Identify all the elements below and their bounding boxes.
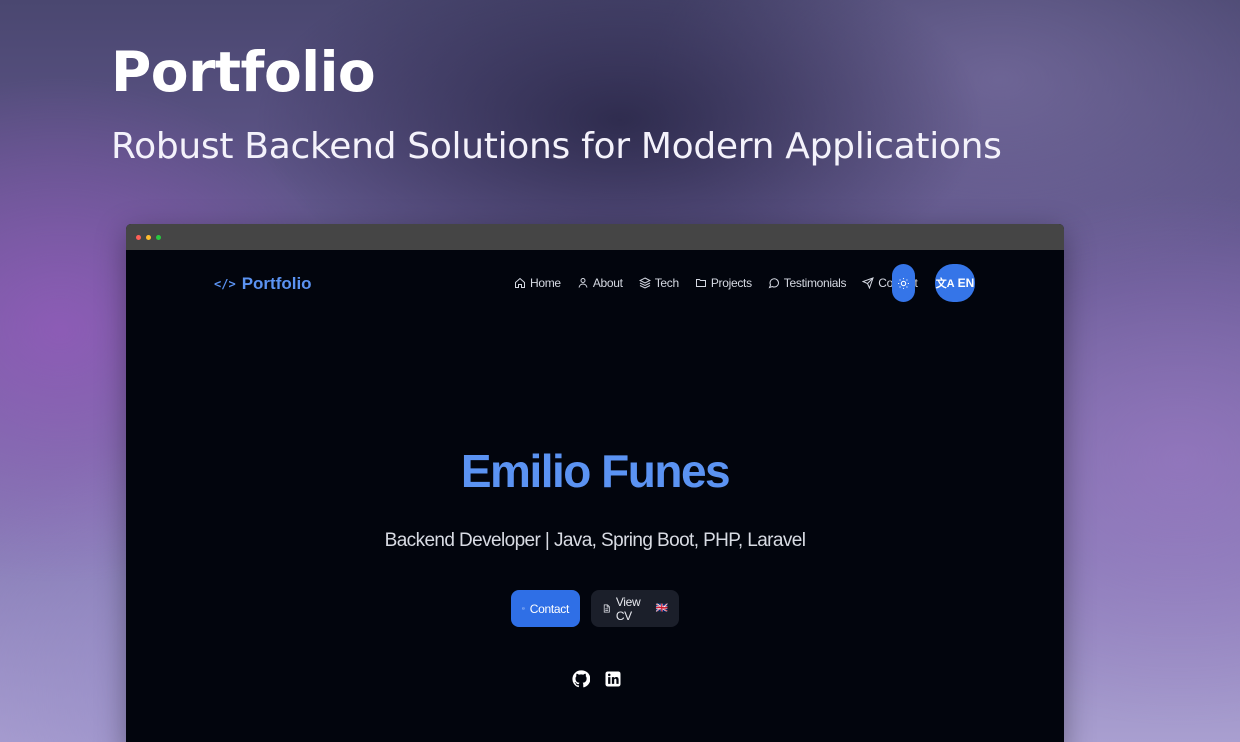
nav-item-about[interactable]: About — [577, 276, 623, 290]
theme-toggle-button[interactable] — [892, 264, 915, 302]
language-switch-button[interactable]: 文A EN — [935, 264, 975, 302]
close-window-dot[interactable] — [136, 234, 141, 240]
nav-item-label: About — [592, 276, 623, 290]
view-cv-button[interactable]: View CV 🇬🇧 — [591, 590, 679, 627]
browser-title-bar — [126, 224, 1064, 250]
home-icon — [514, 277, 526, 289]
social-links — [572, 670, 622, 688]
github-icon[interactable] — [572, 670, 590, 688]
translate-icon: 文A — [935, 278, 955, 290]
nav-item-label: Home — [530, 276, 561, 290]
nav-item-label: Testimonials — [783, 276, 847, 290]
contact-button-label: Contact — [529, 601, 570, 616]
chat-bubble-icon — [768, 277, 780, 289]
sun-icon — [898, 277, 909, 289]
code-icon: </> — [214, 277, 236, 291]
contact-button[interactable]: Contact — [511, 590, 580, 627]
user-icon — [577, 277, 589, 289]
linkedin-icon[interactable] — [604, 670, 622, 688]
banner-title: Portfolio — [111, 40, 376, 104]
brand-logo[interactable]: </> Portfolio — [214, 274, 312, 294]
mail-icon — [522, 607, 525, 610]
nav-item-label: Projects — [710, 276, 752, 290]
nav-item-label: Tech — [654, 276, 679, 290]
hero-actions: Contact View CV 🇬🇧 — [511, 590, 679, 627]
site-navbar: </> Portfolio Home About Tech Projects T… — [126, 250, 1064, 320]
send-icon — [862, 277, 875, 289]
uk-flag-icon: 🇬🇧 — [655, 603, 668, 614]
nav-links: Home About Tech Projects Testimonials — [514, 276, 918, 290]
browser-window: </> Portfolio Home About Tech Projects T… — [126, 224, 1064, 742]
nav-item-tech[interactable]: Tech — [638, 276, 679, 290]
folder-icon — [695, 277, 707, 289]
nav-item-testimonials[interactable]: Testimonials — [768, 276, 847, 290]
brand-label: Portfolio — [241, 274, 312, 293]
hero-role: Backend Developer | Java, Spring Boot, P… — [384, 530, 806, 551]
view-cv-label: View CV — [615, 594, 641, 623]
nav-item-projects[interactable]: Projects — [695, 276, 752, 290]
minimize-window-dot[interactable] — [146, 234, 151, 240]
maximize-window-dot[interactable] — [156, 234, 161, 240]
nav-item-home[interactable]: Home — [514, 276, 561, 290]
language-label: EN — [957, 276, 975, 290]
document-icon — [603, 604, 610, 613]
banner-subtitle: Robust Backend Solutions for Modern Appl… — [111, 126, 1002, 167]
hero-name: Emilio Funes — [460, 445, 731, 497]
layers-icon — [638, 277, 651, 289]
